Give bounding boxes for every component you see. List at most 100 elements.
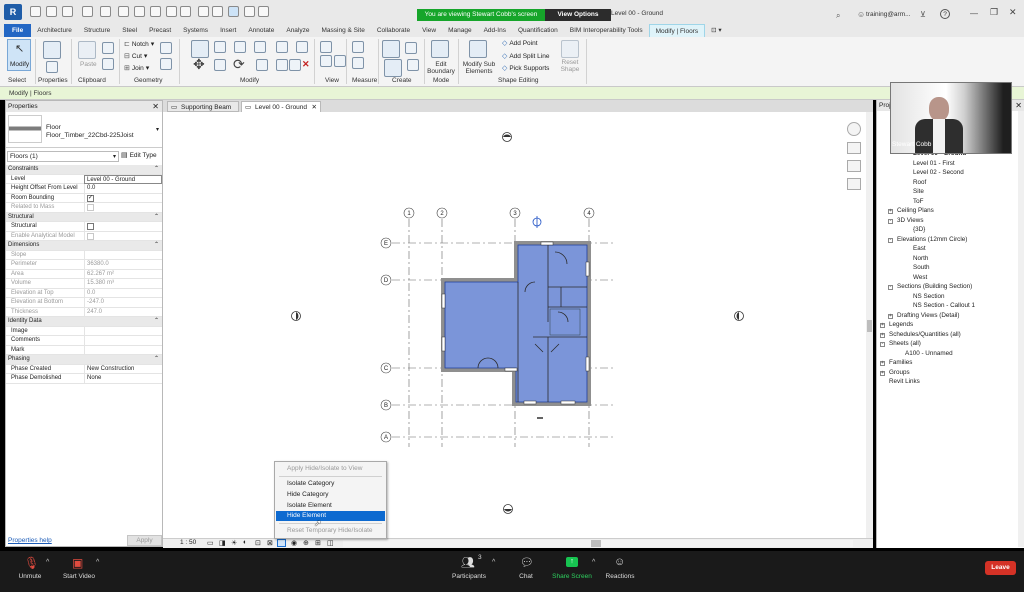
array-icon[interactable] <box>256 59 268 71</box>
offset-icon[interactable] <box>214 41 226 53</box>
crop-view-icon[interactable]: ⊡ <box>255 539 261 547</box>
property-row[interactable]: Image <box>6 326 162 336</box>
create-similar-icon[interactable] <box>407 59 419 71</box>
reactions-button[interactable]: ☺ Reactions <box>604 551 636 592</box>
elevation-marker[interactable] <box>503 504 513 514</box>
browser-node[interactable]: East <box>913 245 926 252</box>
property-row[interactable]: Phase Demolished None <box>6 374 162 384</box>
thin-lines-icon[interactable] <box>228 6 239 17</box>
collapse-icon[interactable]: - <box>880 342 885 347</box>
browser-node[interactable]: North <box>913 255 928 262</box>
collapse-icon[interactable]: ⌃ <box>154 165 159 175</box>
property-section-header[interactable]: Structural ⌃ <box>6 212 162 223</box>
measure-icon[interactable] <box>134 6 145 17</box>
close-hidden-windows-icon[interactable] <box>244 6 255 17</box>
apply-button[interactable]: Apply <box>127 535 162 546</box>
chevron-up-icon[interactable]: ^ <box>592 559 595 566</box>
property-row[interactable]: Room Bounding ✓ <box>6 193 162 203</box>
property-row[interactable]: Phase Created New Construction <box>6 364 162 374</box>
reveal-hidden-icon[interactable]: ◉ <box>291 539 297 547</box>
property-row[interactable]: Height Offset From Level 0.0 <box>6 184 162 194</box>
scale-icon[interactable] <box>276 59 288 71</box>
property-value[interactable] <box>84 345 162 355</box>
ribbon-tab-modify-floors[interactable]: Modify | Floors <box>648 24 706 37</box>
browser-node[interactable]: A100 - Unnamed <box>905 350 953 357</box>
chevron-up-icon[interactable]: ^ <box>46 559 49 566</box>
ribbon-tab-annotate[interactable]: Annotate <box>242 24 280 37</box>
ribbon-tab-massing-site[interactable]: Massing & Site <box>315 24 370 37</box>
browser-node[interactable]: 3D Views <box>897 217 923 224</box>
close-icon[interactable]: ✕ <box>1015 100 1022 111</box>
analytical-model-icon[interactable]: ⊕ <box>303 539 309 547</box>
pick-supports-button[interactable]: ◇ Pick Supports <box>502 64 549 72</box>
ribbon-tab-view[interactable]: View <box>416 24 442 37</box>
browser-node[interactable]: Drafting Views (Detail) <box>897 312 960 319</box>
property-row[interactable]: Perimeter 36380.0 <box>6 260 162 270</box>
grid-bubble-4[interactable]: 4 <box>583 207 595 219</box>
grid-bubble-a[interactable]: A <box>380 431 392 443</box>
browser-node[interactable]: Sections (Building Section) <box>897 283 972 290</box>
trim-extend-corner-icon[interactable] <box>296 41 308 53</box>
sun-path-icon[interactable]: ☀ <box>231 539 237 547</box>
undo-icon[interactable] <box>82 6 93 17</box>
collapse-icon[interactable]: ⌃ <box>154 213 159 223</box>
browser-node[interactable]: Families <box>889 359 912 366</box>
restore-icon[interactable]: ❐ <box>990 7 998 18</box>
browser-node[interactable]: West <box>913 274 927 281</box>
browser-node[interactable]: {3D} <box>913 226 925 233</box>
modify-sub-elements-icon[interactable] <box>469 40 487 58</box>
collapse-icon[interactable]: ⌃ <box>154 317 159 327</box>
user-account[interactable]: training@arm... <box>866 11 911 18</box>
edit-boundary-icon[interactable] <box>431 40 449 58</box>
mirror-pick-axis-icon[interactable] <box>234 41 246 53</box>
paste-icon[interactable] <box>78 41 96 59</box>
linework-icon[interactable] <box>334 55 346 67</box>
add-split-line-button[interactable]: ◇ Add Split Line <box>502 52 549 60</box>
participants-button[interactable]: 👥︎ 3 Participants <box>448 551 490 592</box>
browser-node[interactable]: Roof <box>913 179 926 186</box>
menu-item-isolate-category[interactable]: Isolate Category <box>276 479 385 489</box>
property-value[interactable]: None <box>84 374 162 384</box>
modify-button[interactable]: ↖ Modify <box>7 39 31 71</box>
collapse-icon[interactable]: - <box>888 285 893 290</box>
ribbon-tab-bim-interoperability-tools[interactable]: BIM Interoperability Tools <box>564 24 649 37</box>
collapse-icon[interactable]: - <box>888 218 893 224</box>
elevation-marker[interactable] <box>502 132 512 142</box>
property-row[interactable]: Area 62.267 m² <box>6 269 162 279</box>
join-button[interactable]: ⊞ Join ▾ <box>124 64 149 72</box>
vertical-scrollbar[interactable] <box>866 112 873 538</box>
modify-sub-elements-label[interactable]: Modify Sub Elements <box>459 61 499 75</box>
zoom-icon[interactable] <box>847 160 861 172</box>
sync-icon[interactable] <box>62 6 73 17</box>
pin-icon[interactable] <box>289 59 301 71</box>
elevation-marker[interactable] <box>291 311 301 321</box>
menu-item-reset-temporary-hide-isolate[interactable]: Reset Temporary Hide/Isolate <box>276 526 385 536</box>
switch-windows-icon[interactable] <box>258 6 269 17</box>
split-element-icon[interactable] <box>276 41 288 53</box>
horizontal-scrollbar[interactable] <box>343 540 853 547</box>
chevron-up-icon[interactable]: ^ <box>96 559 99 566</box>
property-value[interactable] <box>84 222 162 232</box>
text-icon[interactable] <box>180 6 191 17</box>
revit-logo-icon[interactable]: R <box>4 4 22 20</box>
browser-node[interactable]: Level 02 - Second <box>913 169 964 176</box>
instance-filter[interactable]: Floors (1) ▾ <box>7 151 119 162</box>
browser-node[interactable]: Revit Links <box>889 378 920 385</box>
detail-level-icon[interactable]: ▭ <box>207 539 214 547</box>
cut-button[interactable]: ⊟ Cut ▾ <box>124 52 147 60</box>
property-row[interactable]: Comments <box>6 336 162 346</box>
grid-bubble-2[interactable]: 2 <box>436 207 448 219</box>
split-face-icon[interactable] <box>160 58 172 70</box>
properties-icon[interactable] <box>43 41 61 59</box>
cut-clipboard-icon[interactable] <box>102 58 114 70</box>
binoculars-icon[interactable]: ⌕ <box>836 11 840 21</box>
browser-node[interactable]: NS Section - Callout 1 <box>913 302 975 309</box>
browser-node[interactable]: Ceiling Plans <box>897 207 934 214</box>
override-graphics-icon[interactable] <box>320 55 332 67</box>
browser-node[interactable]: Legends <box>889 321 913 328</box>
expand-icon[interactable]: + <box>880 332 885 338</box>
highlight-displacement-icon[interactable]: ⊞ <box>315 539 321 547</box>
ribbon-tab-collaborate[interactable]: Collaborate <box>371 24 416 37</box>
ribbon-extra-tabs-icon[interactable]: ⊡ ▾ <box>705 24 728 37</box>
checkbox[interactable] <box>87 223 94 230</box>
